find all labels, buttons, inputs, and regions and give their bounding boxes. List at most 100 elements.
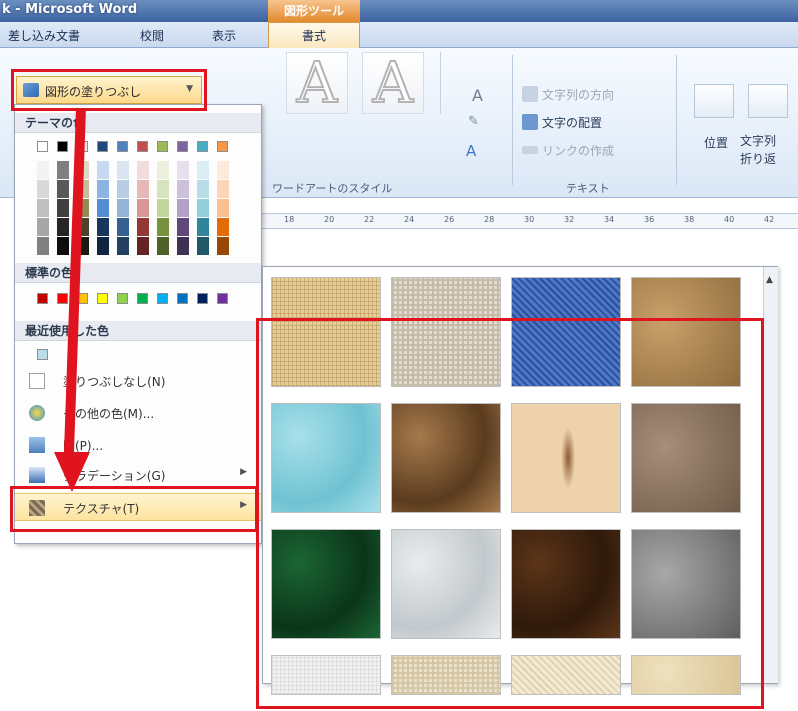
theme-shade-swatch[interactable] xyxy=(197,199,209,217)
theme-shade-swatch[interactable] xyxy=(117,199,129,217)
theme-shade-swatch[interactable] xyxy=(117,237,129,255)
theme-color-swatch[interactable] xyxy=(37,141,48,152)
theme-shade-swatch[interactable] xyxy=(197,218,209,236)
theme-shade-swatch[interactable] xyxy=(177,180,189,198)
theme-shade-swatch[interactable] xyxy=(97,237,109,255)
theme-color-swatch[interactable] xyxy=(137,141,148,152)
theme-shade-swatch[interactable] xyxy=(217,218,229,236)
wrap-text-button-line2[interactable]: 折り返 xyxy=(740,150,776,167)
theme-shade-swatch[interactable] xyxy=(37,180,49,198)
theme-shade-swatch[interactable] xyxy=(57,237,69,255)
theme-shade-swatch[interactable] xyxy=(157,161,169,179)
picture-item[interactable]: 図(P)... xyxy=(15,431,261,459)
theme-color-swatch[interactable] xyxy=(197,141,208,152)
theme-shade-swatch[interactable] xyxy=(57,218,69,236)
standard-color-swatch[interactable] xyxy=(97,293,108,304)
theme-shade-swatch[interactable] xyxy=(157,199,169,217)
theme-shade-swatch[interactable] xyxy=(197,237,209,255)
theme-shade-swatch[interactable] xyxy=(137,180,149,198)
theme-shade-swatch[interactable] xyxy=(177,237,189,255)
theme-color-swatch[interactable] xyxy=(117,141,128,152)
link-icon xyxy=(522,146,538,154)
theme-color-swatch[interactable] xyxy=(177,141,188,152)
wrap-text-button-line1[interactable]: 文字列 xyxy=(740,132,776,149)
theme-shade-swatch[interactable] xyxy=(217,161,229,179)
horizontal-ruler[interactable]: 18 20 22 24 26 28 30 32 34 36 38 40 42 xyxy=(262,213,798,229)
theme-shade-swatch[interactable] xyxy=(117,180,129,198)
theme-shade-swatch[interactable] xyxy=(217,180,229,198)
ribbon-tabs: 差し込み文書 校閲 表示 書式 xyxy=(0,22,798,49)
theme-shade-swatch[interactable] xyxy=(97,161,109,179)
theme-shade-swatch[interactable] xyxy=(97,199,109,217)
ruler-number: 30 xyxy=(524,215,535,224)
theme-shade-swatch[interactable] xyxy=(137,199,149,217)
standard-color-swatch[interactable] xyxy=(217,293,228,304)
theme-shade-swatch[interactable] xyxy=(117,218,129,236)
theme-shade-swatch[interactable] xyxy=(217,199,229,217)
theme-shade-swatch[interactable] xyxy=(117,161,129,179)
theme-shade-swatch[interactable] xyxy=(97,180,109,198)
standard-color-swatch[interactable] xyxy=(197,293,208,304)
theme-shade-swatch[interactable] xyxy=(37,218,49,236)
text-outline-icon[interactable]: ✎ xyxy=(468,114,479,129)
theme-shade-swatch[interactable] xyxy=(137,161,149,179)
position-icon[interactable] xyxy=(694,84,734,118)
gradient-item[interactable]: グラデーション(G) ▶ xyxy=(15,461,261,489)
wordart-style-2[interactable]: A xyxy=(362,52,424,116)
ruler-number: 42 xyxy=(764,215,775,224)
theme-shade-swatch[interactable] xyxy=(177,199,189,217)
theme-shade-swatch[interactable] xyxy=(137,237,149,255)
theme-shade-swatch[interactable] xyxy=(37,237,49,255)
theme-shade-swatch[interactable] xyxy=(57,161,69,179)
theme-shade-swatch[interactable] xyxy=(57,199,69,217)
text-effects-icon[interactable]: A xyxy=(466,142,476,160)
gallery-scrollbar[interactable]: ▲ xyxy=(763,267,778,683)
tab-view[interactable]: 表示 xyxy=(212,27,236,44)
text-fill-icon[interactable]: A xyxy=(472,86,483,105)
text-align-button[interactable]: 文字の配置 xyxy=(542,114,602,131)
no-fill-item[interactable]: 塗りつぶしなし(N) xyxy=(15,367,261,395)
theme-shade-swatch[interactable] xyxy=(177,218,189,236)
recent-color-swatch[interactable] xyxy=(37,349,48,360)
scroll-up-icon[interactable]: ▲ xyxy=(766,275,773,285)
wrap-text-icon[interactable] xyxy=(748,84,788,118)
tab-review[interactable]: 校閲 xyxy=(140,27,164,44)
standard-color-swatch[interactable] xyxy=(57,293,68,304)
annotation-arrow-head xyxy=(54,452,90,492)
standard-color-swatch[interactable] xyxy=(37,293,48,304)
theme-shade-swatch[interactable] xyxy=(37,161,49,179)
standard-color-swatch[interactable] xyxy=(157,293,168,304)
group-separator xyxy=(512,55,513,185)
theme-shade-swatch[interactable] xyxy=(157,218,169,236)
theme-shade-swatch[interactable] xyxy=(157,237,169,255)
tab-mailings[interactable]: 差し込み文書 xyxy=(8,27,80,44)
ruler-number: 18 xyxy=(284,215,295,224)
theme-shade-swatch[interactable] xyxy=(97,218,109,236)
position-button[interactable]: 位置 xyxy=(704,134,728,151)
text-direction-button[interactable]: 文字列の方向 xyxy=(542,86,614,103)
theme-shade-swatch[interactable] xyxy=(57,180,69,198)
theme-color-swatch[interactable] xyxy=(97,141,108,152)
theme-color-swatch[interactable] xyxy=(157,141,168,152)
group-separator xyxy=(676,55,677,185)
tab-format[interactable]: 書式 xyxy=(268,22,360,49)
ruler-number: 36 xyxy=(644,215,655,224)
theme-shade-swatch[interactable] xyxy=(197,161,209,179)
theme-color-swatch[interactable] xyxy=(57,141,68,152)
wordart-gallery-scroll[interactable] xyxy=(440,52,454,114)
theme-shade-swatch[interactable] xyxy=(37,199,49,217)
theme-shade-swatch[interactable] xyxy=(217,237,229,255)
standard-color-swatch[interactable] xyxy=(137,293,148,304)
more-colors-item[interactable]: その他の色(M)... xyxy=(15,399,261,427)
theme-shade-swatch[interactable] xyxy=(137,218,149,236)
standard-color-swatch[interactable] xyxy=(177,293,188,304)
standard-color-swatch[interactable] xyxy=(117,293,128,304)
wordart-style-1[interactable]: A xyxy=(286,52,348,116)
ruler-number: 40 xyxy=(724,215,735,224)
theme-shade-swatch[interactable] xyxy=(157,180,169,198)
create-link-button[interactable]: リンクの作成 xyxy=(542,142,614,159)
theme-shade-swatch[interactable] xyxy=(197,180,209,198)
theme-color-swatch[interactable] xyxy=(217,141,228,152)
text-direction-icon xyxy=(522,86,538,102)
theme-shade-swatch[interactable] xyxy=(177,161,189,179)
